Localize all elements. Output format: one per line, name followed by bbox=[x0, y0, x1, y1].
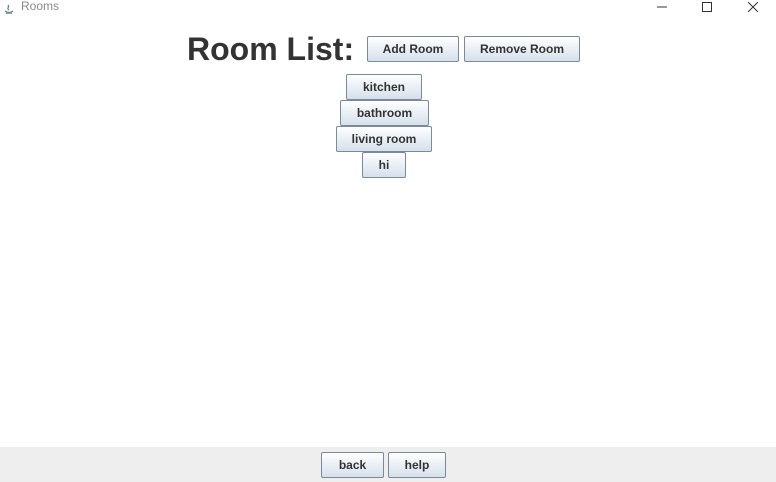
close-icon bbox=[748, 2, 758, 12]
window-title: Rooms bbox=[21, 0, 60, 13]
maximize-icon bbox=[702, 2, 712, 12]
add-room-button[interactable]: Add Room bbox=[367, 36, 459, 62]
room-button-bathroom[interactable]: bathroom bbox=[340, 100, 429, 126]
room-button-living-room[interactable]: living room bbox=[336, 126, 432, 152]
minimize-icon bbox=[657, 2, 667, 12]
close-button[interactable] bbox=[731, 0, 775, 14]
footer-panel: back help bbox=[0, 447, 776, 482]
room-button-kitchen[interactable]: kitchen bbox=[346, 74, 422, 100]
java-app-icon bbox=[3, 1, 15, 15]
back-button[interactable]: back bbox=[321, 452, 384, 478]
main-content: Room List: Add Room Remove Room kitchen … bbox=[0, 14, 776, 447]
page-title: Room List: bbox=[187, 31, 355, 67]
room-button-hi[interactable]: hi bbox=[362, 152, 406, 178]
help-button[interactable]: help bbox=[388, 452, 446, 478]
maximize-button[interactable] bbox=[685, 0, 729, 14]
remove-room-button[interactable]: Remove Room bbox=[464, 36, 580, 62]
minimize-button[interactable] bbox=[640, 0, 684, 14]
window-titlebar[interactable]: Rooms bbox=[0, 0, 776, 15]
